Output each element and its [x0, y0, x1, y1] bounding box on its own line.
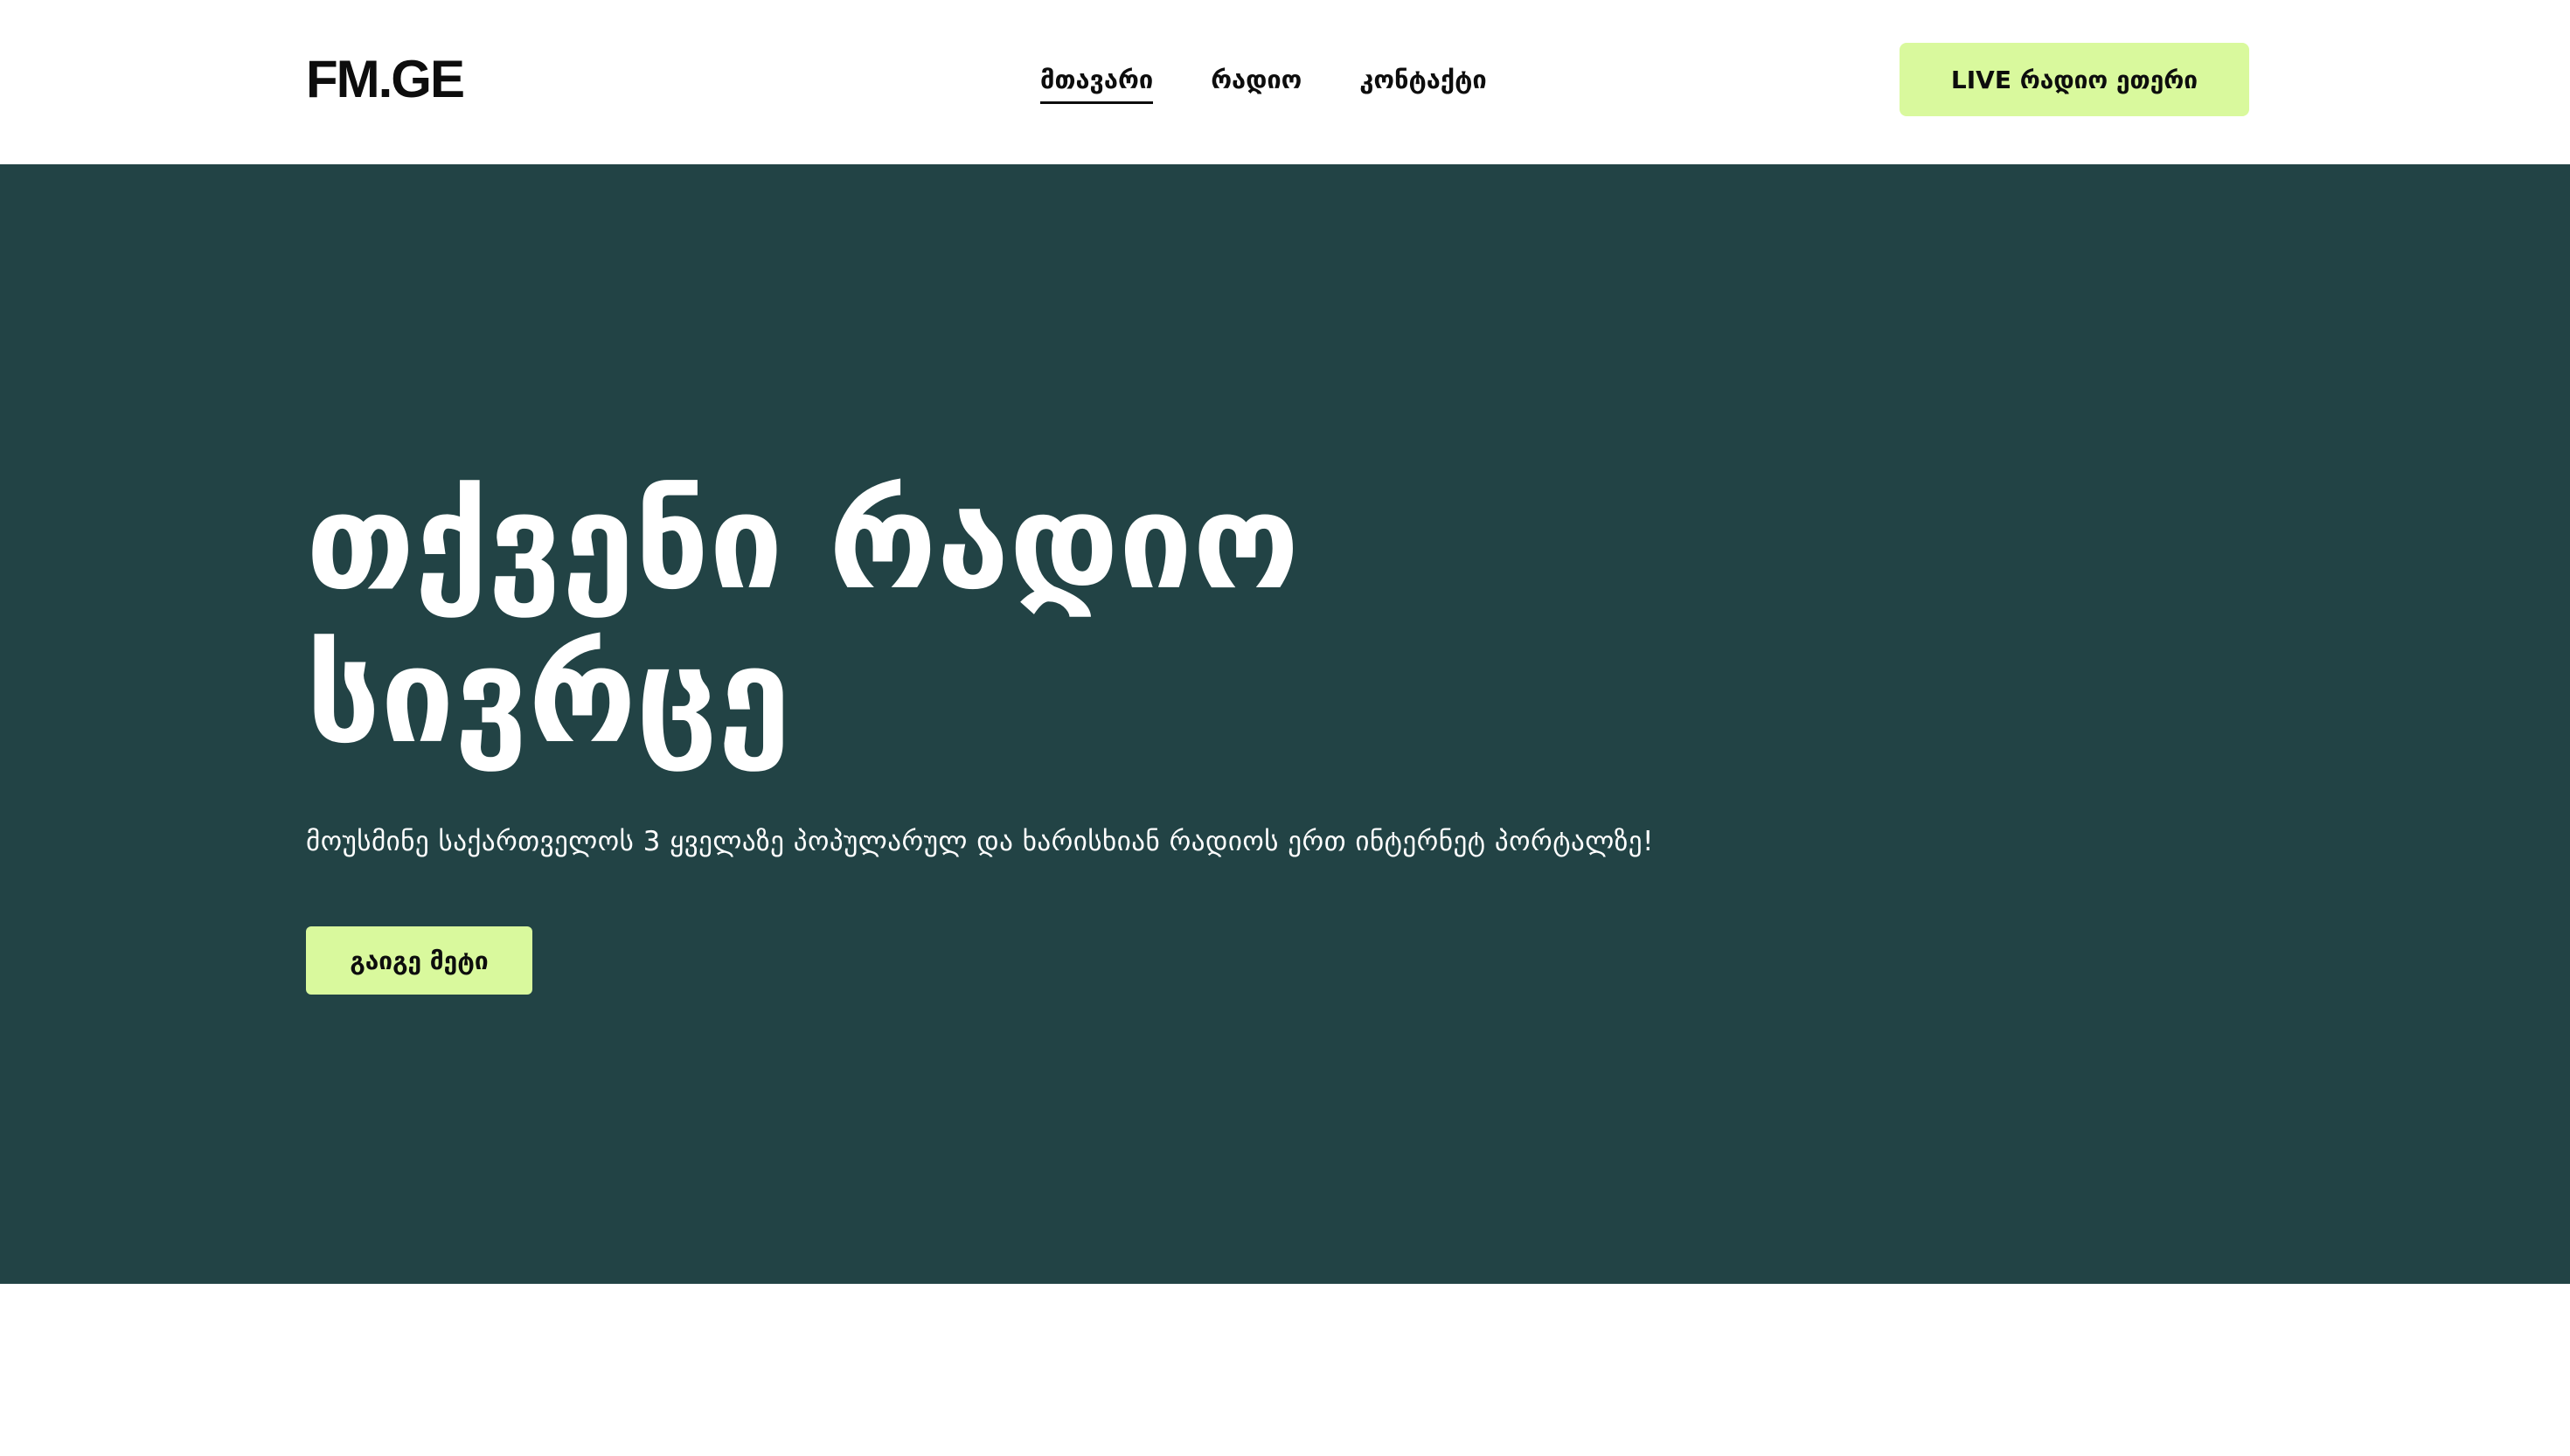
site-logo[interactable]: FM.GE	[306, 45, 465, 114]
hero-title: თქვენი რადიო სივრცე	[306, 467, 1300, 773]
hero-section: თქვენი რადიო სივრცე მოუსმინე საქართველოს…	[0, 164, 2570, 1284]
learn-more-button[interactable]: გაიგე მეტი	[306, 926, 532, 995]
hero-subtitle: მოუსმინე საქართველოს 3 ყველაზე პოპულარულ…	[306, 826, 1654, 857]
nav-item-radio[interactable]: რადიო	[1211, 58, 1302, 101]
live-radio-button[interactable]: LIVE რადიო ეთერი	[1900, 43, 2249, 116]
nav-item-home[interactable]: მთავარი	[1040, 58, 1154, 104]
main-nav: მთავარი რადიო კონტაქტი	[1040, 58, 1487, 104]
site-header: FM.GE მთავარი რადიო კონტაქტი LIVE რადიო …	[0, 0, 2570, 164]
page: FM.GE მთავარი რადიო კონტაქტი LIVE რადიო …	[0, 0, 2570, 1456]
nav-item-contact[interactable]: კონტაქტი	[1359, 58, 1486, 101]
